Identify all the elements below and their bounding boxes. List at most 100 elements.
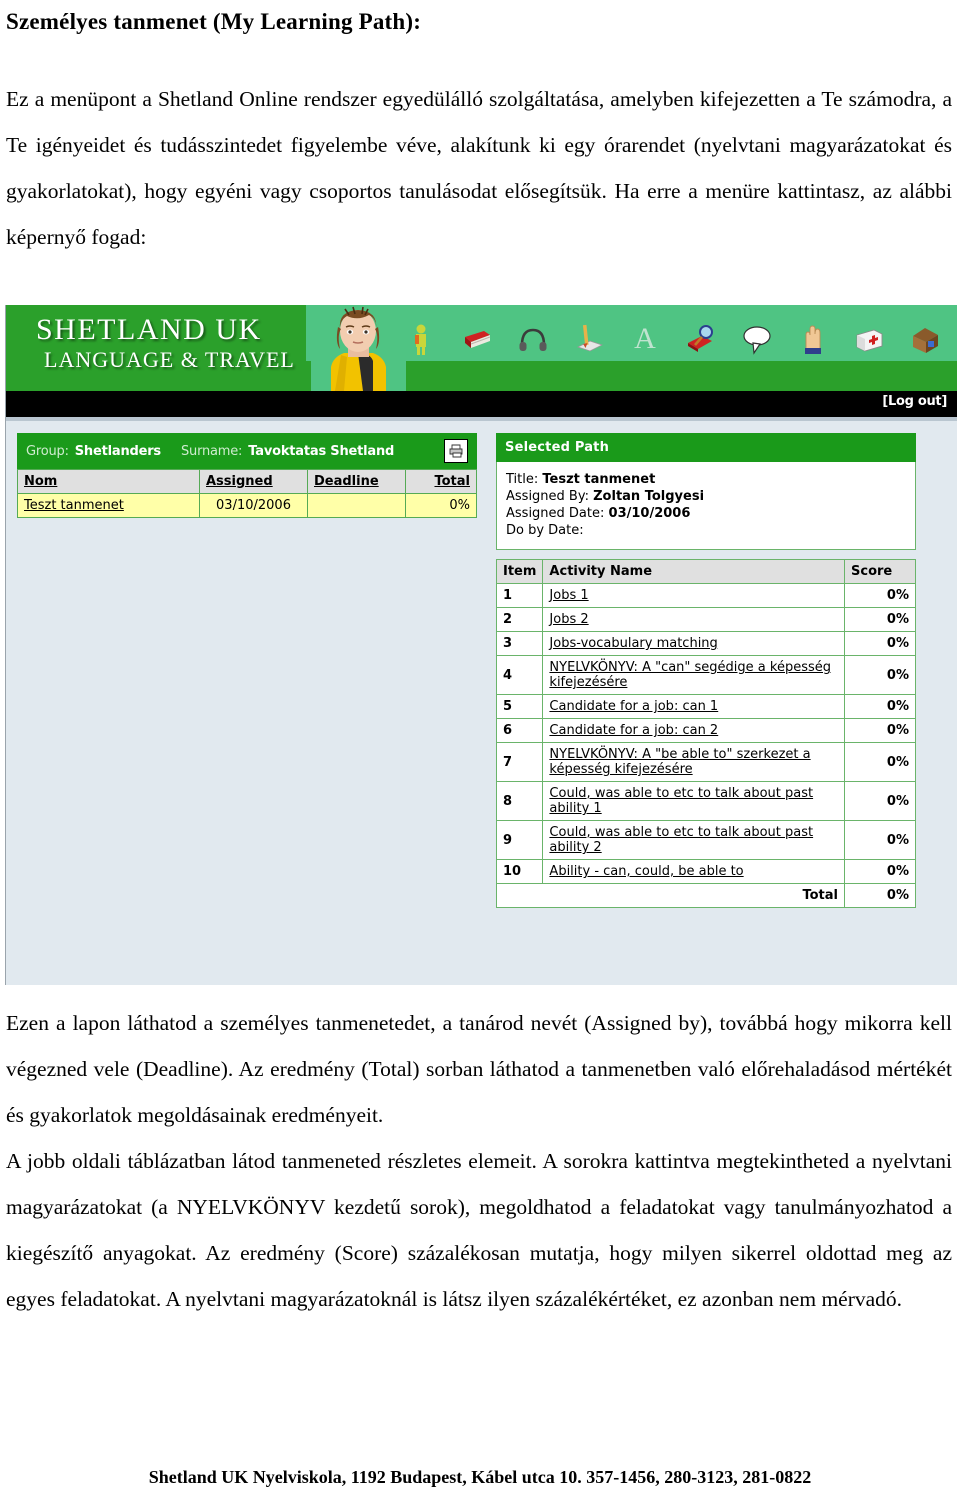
person-icon[interactable]: [406, 323, 436, 355]
table-row[interactable]: 5 Candidate for a job: can 1 0%: [495, 694, 916, 719]
house-icon[interactable]: [910, 323, 940, 355]
pencil-paper-icon[interactable]: [574, 323, 604, 355]
cell-activity[interactable]: Jobs-vocabulary matching: [542, 631, 845, 656]
speech-bubble-icon[interactable]: [742, 323, 772, 355]
cell-assigned: 03/10/2006: [199, 493, 308, 518]
logo-line-1: SHETLAND UK: [36, 313, 262, 346]
letter-a-icon[interactable]: A: [630, 323, 660, 355]
app-body: Group: Shetlanders Surname: Tavoktatas S…: [6, 421, 957, 985]
book-magnifier-icon[interactable]: [686, 323, 716, 355]
cell-score: 0%: [844, 820, 916, 860]
table-row[interactable]: 9 Could, was able to etc to talk about p…: [495, 820, 916, 860]
logo-line-2: LANGUAGE & TRAVEL: [44, 347, 295, 372]
col-deadline[interactable]: Deadline: [307, 469, 406, 494]
activity-link[interactable]: Jobs 2: [549, 612, 588, 627]
detail-assigned-date-value: 03/10/2006: [608, 506, 691, 521]
paths-panel-header: Group: Shetlanders Surname: Tavoktatas S…: [17, 433, 477, 469]
activity-link[interactable]: Ability - can, could, be able to: [549, 864, 743, 879]
intro-paragraph: Ez a menüpont a Shetland Online rendszer…: [6, 86, 952, 249]
raised-hand-icon[interactable]: [798, 323, 828, 355]
cell-item: 3: [495, 631, 544, 656]
cell-item: 1: [495, 583, 544, 608]
selected-path-panel: Selected Path Title: Teszt tanmenet Assi…: [495, 433, 916, 908]
activity-link[interactable]: Could, was able to etc to talk about pas…: [549, 825, 813, 855]
cell-item: 9: [495, 820, 544, 860]
activity-link[interactable]: Candidate for a job: can 1: [549, 699, 718, 714]
embedded-app-screenshot: SHETLAND UK LANGUAGE & TRAVEL A [Log out…: [5, 305, 957, 985]
col-nom[interactable]: Nom: [17, 469, 200, 494]
activities-table-wrap: Item Activity Name Score 1 Jobs 1 0% 2 J…: [495, 559, 916, 908]
cell-activity[interactable]: Jobs 2: [542, 607, 845, 632]
first-aid-kit-icon[interactable]: [854, 323, 884, 355]
logout-bar: [Log out]: [6, 391, 957, 417]
cell-score: 0%: [844, 655, 916, 695]
cell-activity[interactable]: Candidate for a job: can 2: [542, 718, 845, 743]
explanation-paragraph-1: Ezen a lapon láthatod a személyes tanmen…: [6, 1011, 952, 1127]
cell-score: 0%: [844, 631, 916, 656]
cell-nom[interactable]: Teszt tanmenet: [17, 493, 200, 518]
detail-assigned-by: Assigned By: Zoltan Tolgyesi: [506, 488, 906, 505]
activity-link[interactable]: NYELVKÖNYV: A "can" segédige a képesség …: [549, 660, 831, 690]
red-book-icon[interactable]: [462, 323, 492, 355]
table-row[interactable]: 1 Jobs 1 0%: [495, 583, 916, 608]
cell-activity[interactable]: Ability - can, could, be able to: [542, 859, 845, 884]
col-assigned[interactable]: Assigned: [199, 469, 308, 494]
cell-score: 0%: [844, 583, 916, 608]
col-item: Item: [495, 559, 544, 584]
surname-value: Tavoktatas Shetland: [248, 443, 395, 459]
cell-activity[interactable]: NYELVKÖNYV: A "can" segédige a képesség …: [542, 655, 845, 695]
app-banner: SHETLAND UK LANGUAGE & TRAVEL A: [6, 305, 957, 391]
logout-link[interactable]: [Log out]: [882, 394, 947, 409]
cell-activity[interactable]: NYELVKÖNYV: A "be able to" szerkezet a k…: [542, 742, 845, 782]
activity-link[interactable]: Jobs 1: [549, 588, 588, 603]
table-row[interactable]: 3 Jobs-vocabulary matching 0%: [495, 631, 916, 656]
site-logo[interactable]: SHETLAND UK LANGUAGE & TRAVEL: [36, 313, 295, 373]
path-link[interactable]: Teszt tanmenet: [24, 498, 124, 513]
cell-activity[interactable]: Candidate for a job: can 1: [542, 694, 845, 719]
table-row[interactable]: 10 Ability - can, could, be able to 0%: [495, 859, 916, 884]
activities-header-row: Item Activity Name Score: [495, 559, 916, 584]
cell-item: 7: [495, 742, 544, 782]
paths-table: Nom Assigned Deadline Total Teszt tanmen…: [17, 469, 477, 518]
cell-score: 0%: [844, 718, 916, 743]
table-row[interactable]: 4 NYELVKÖNYV: A "can" segédige a képessé…: [495, 655, 916, 695]
activities-body: 1 Jobs 1 0% 2 Jobs 2 0% 3 Jobs-vocabular…: [495, 583, 916, 908]
cell-item: 4: [495, 655, 544, 695]
cell-score: 0%: [844, 781, 916, 821]
cell-score: 0%: [844, 607, 916, 632]
col-activity-name: Activity Name: [542, 559, 845, 584]
total-row: Total 0%: [496, 883, 916, 908]
detail-assigned-date: Assigned Date: 03/10/2006: [506, 505, 906, 522]
banner-icon-strip[interactable]: A: [406, 317, 940, 361]
detail-do-by-date: Do by Date:: [506, 522, 906, 539]
table-row[interactable]: 2 Jobs 2 0%: [495, 607, 916, 632]
detail-do-by-date-label: Do by Date:: [506, 523, 584, 538]
headphones-icon[interactable]: [518, 323, 548, 355]
table-row[interactable]: 7 NYELVKÖNYV: A "be able to" szerkezet a…: [495, 742, 916, 782]
page-title: Személyes tanmenet (My Learning Path):: [6, 9, 422, 34]
cell-item: 5: [495, 694, 544, 719]
activity-link[interactable]: Jobs-vocabulary matching: [549, 636, 717, 651]
cell-item: 2: [495, 607, 544, 632]
activity-link[interactable]: Candidate for a job: can 2: [549, 723, 718, 738]
printer-icon[interactable]: [444, 439, 468, 463]
table-row[interactable]: Teszt tanmenet 03/10/2006 0%: [17, 493, 477, 518]
col-score: Score: [844, 559, 916, 584]
cell-activity[interactable]: Could, was able to etc to talk about pas…: [542, 820, 845, 860]
paths-table-header-row: Nom Assigned Deadline Total: [17, 469, 477, 494]
cell-activity[interactable]: Jobs 1: [542, 583, 845, 608]
cell-activity[interactable]: Could, was able to etc to talk about pas…: [542, 781, 845, 821]
cell-score: 0%: [844, 694, 916, 719]
cell-total: 0%: [405, 493, 477, 518]
page-footer: Shetland UK Nyelviskola, 1192 Budapest, …: [148, 1467, 812, 1487]
explanation-paragraph-2: A jobb oldali táblázatban látod tanmenet…: [6, 1149, 952, 1311]
activity-link[interactable]: Could, was able to etc to talk about pas…: [549, 786, 813, 816]
activities-table: Item Activity Name Score 1 Jobs 1 0% 2 J…: [495, 559, 916, 908]
selected-path-header: Selected Path: [496, 433, 916, 462]
activity-link[interactable]: NYELVKÖNYV: A "be able to" szerkezet a k…: [549, 747, 810, 777]
detail-title: Title: Teszt tanmenet: [506, 471, 906, 488]
col-total[interactable]: Total: [405, 469, 477, 494]
table-row[interactable]: 8 Could, was able to etc to talk about p…: [495, 781, 916, 821]
table-row[interactable]: 6 Candidate for a job: can 2 0%: [495, 718, 916, 743]
detail-title-value: Teszt tanmenet: [542, 472, 656, 487]
